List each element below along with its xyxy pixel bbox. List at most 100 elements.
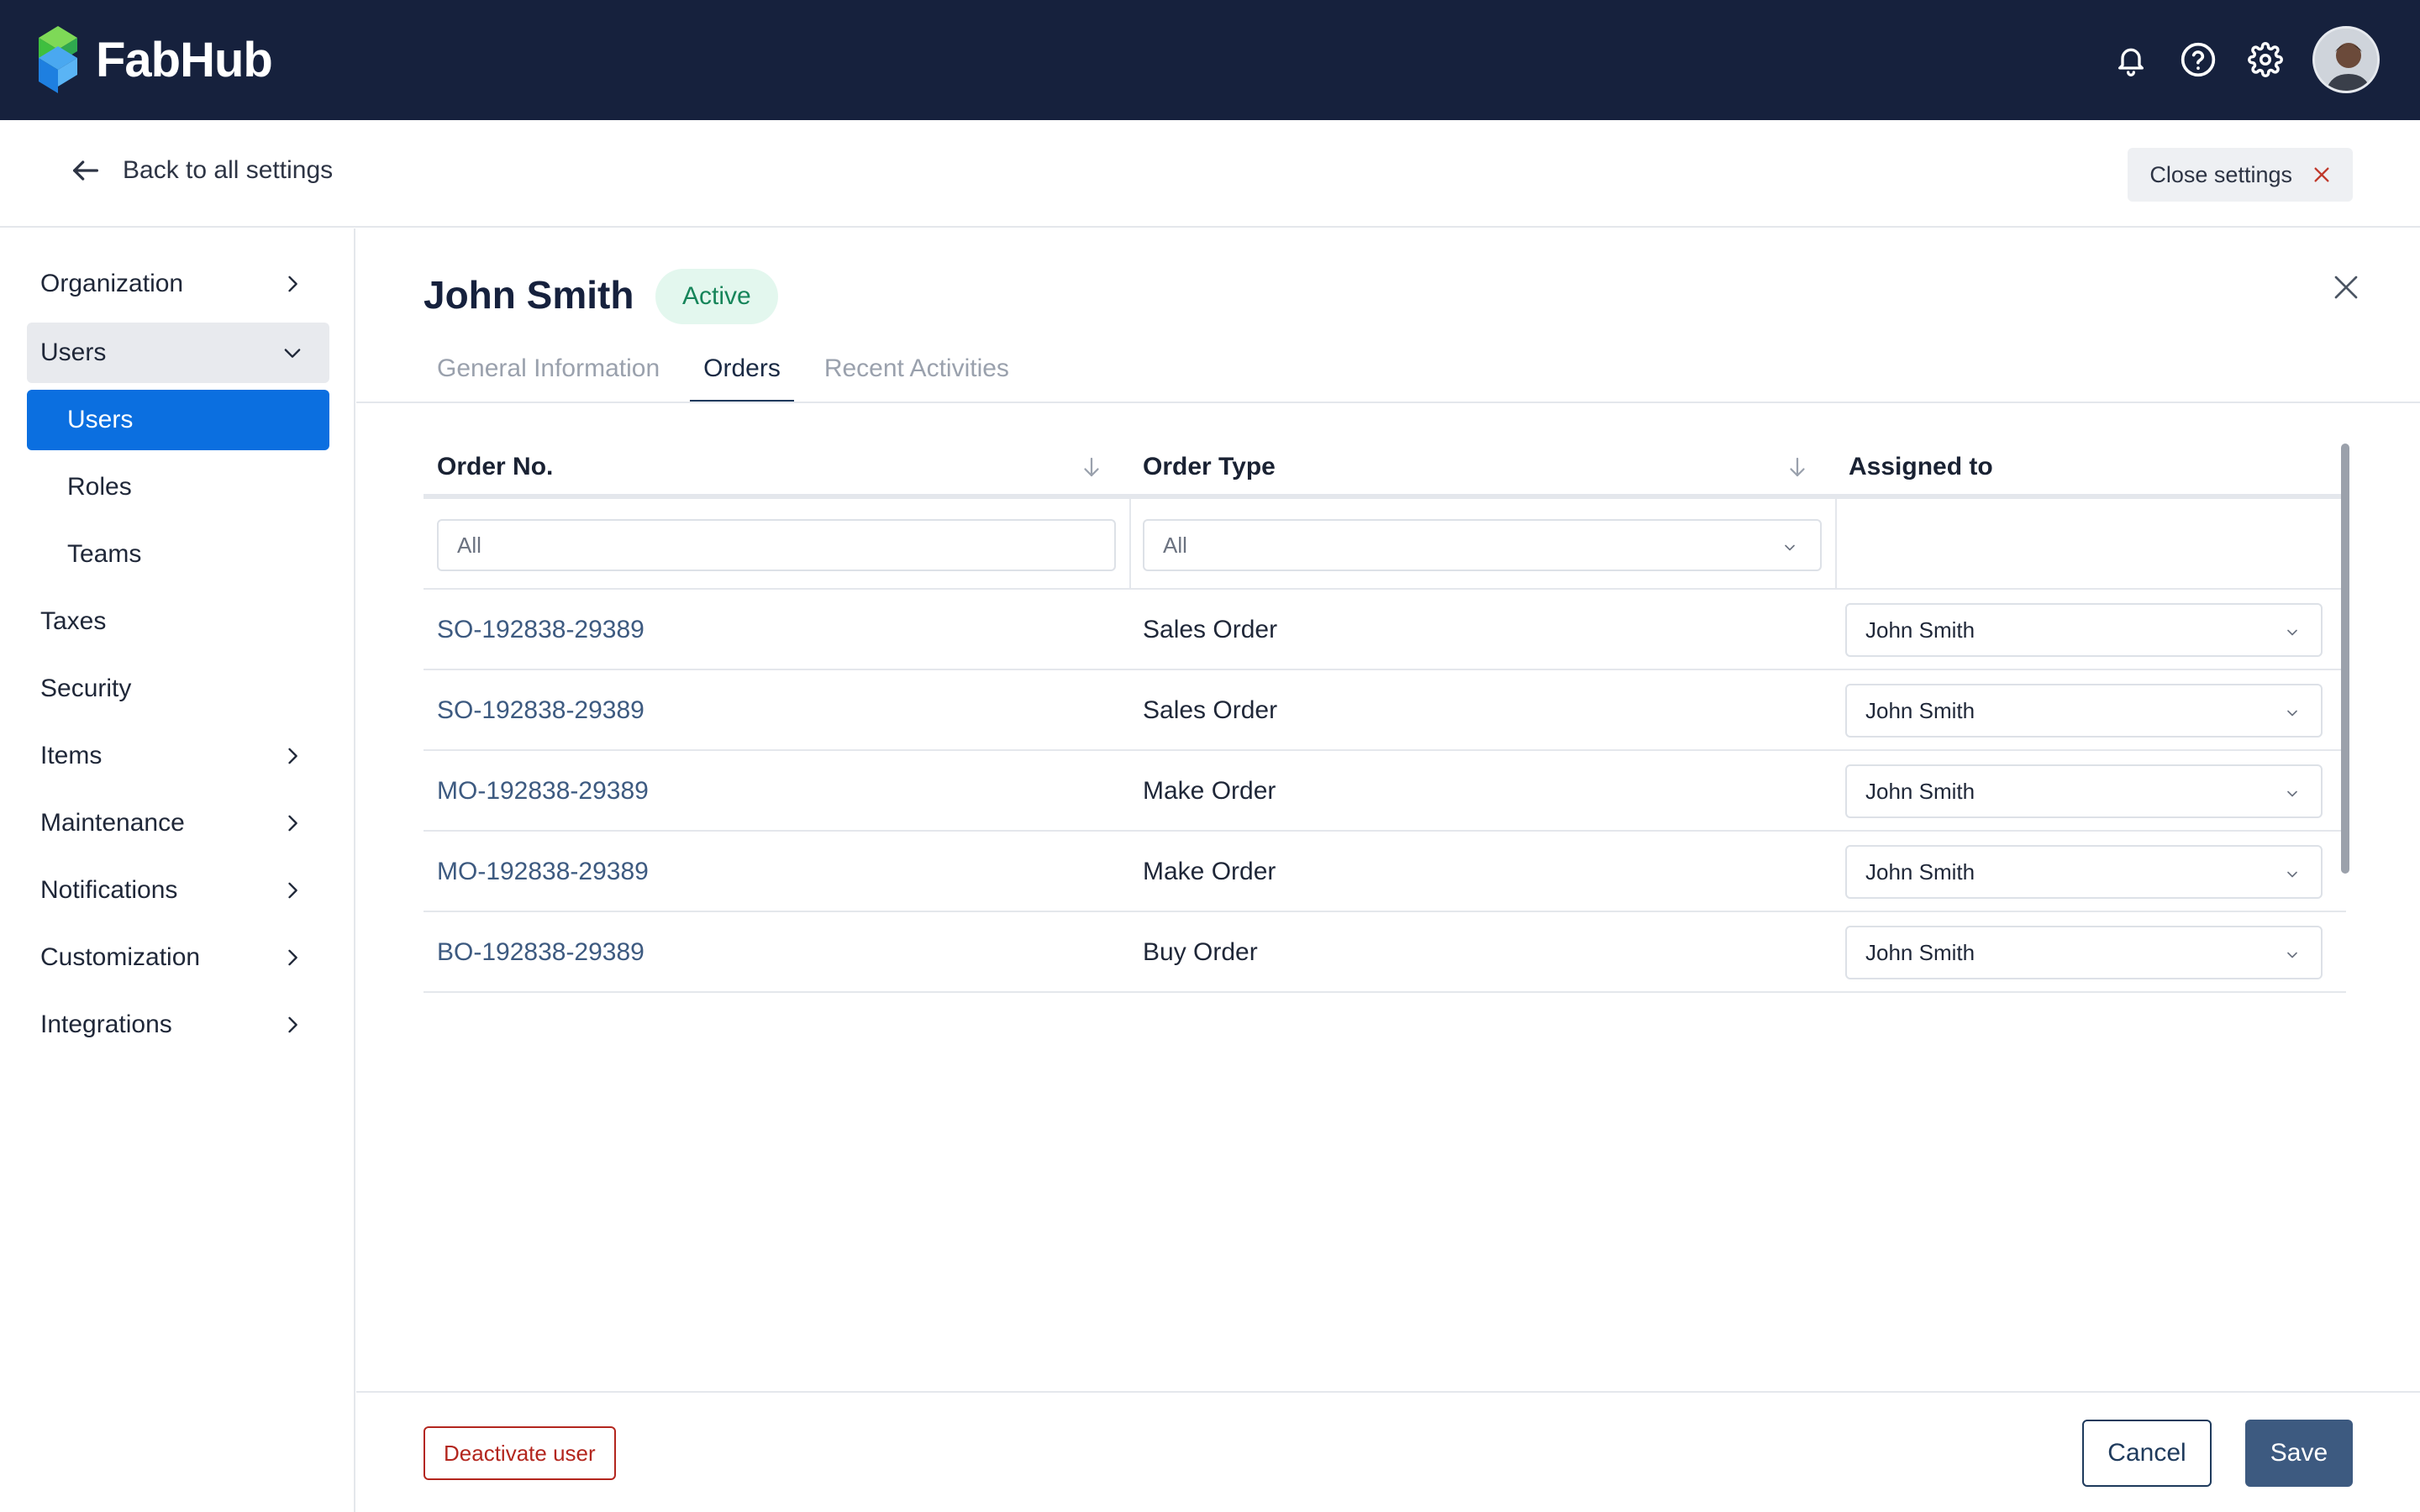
assigned-to-select[interactable]: John Smith [1845, 684, 2323, 738]
chevron-right-icon [288, 748, 297, 764]
chevron-right-icon [288, 815, 297, 832]
assigned-to-select[interactable]: John Smith [1845, 603, 2323, 657]
table-header-row: Order No. Order Type Assigned to [424, 440, 2346, 499]
panel-footer: Deactivate user Cancel Save [356, 1391, 2420, 1512]
column-divider [1835, 499, 1837, 590]
chevron-down-icon [2287, 710, 2297, 717]
order-number-link[interactable]: SO-192838-29389 [424, 590, 644, 670]
sidebar-item-organization[interactable]: Organization [27, 254, 329, 314]
order-number-link[interactable]: MO-192838-29389 [424, 832, 649, 912]
sidebar-item-users-group[interactable]: Users [27, 323, 329, 383]
table-row: SO-192838-29389 Sales Order John Smith [424, 670, 2346, 751]
fabhub-logo-icon [39, 26, 77, 93]
settings-header: Back to all settings Close settings [0, 120, 2420, 228]
column-divider [1129, 499, 1131, 590]
table-scrollbar[interactable] [2341, 444, 2349, 874]
sidebar-item-items[interactable]: Items [27, 726, 329, 786]
back-to-settings-link[interactable]: Back to all settings [69, 154, 333, 187]
gear-icon[interactable] [2232, 26, 2299, 93]
order-number-link[interactable]: BO-192838-29389 [424, 912, 644, 993]
chevron-down-icon [284, 349, 301, 358]
sidebar-item-label: Items [40, 742, 103, 769]
sidebar-item-label: Users [67, 406, 134, 433]
sidebar-item-customization[interactable]: Customization [27, 927, 329, 988]
assigned-to-select[interactable]: John Smith [1845, 845, 2323, 899]
page-title: John Smith [424, 273, 634, 317]
help-circle-icon[interactable] [2165, 26, 2232, 93]
order-type-filter-select[interactable]: All [1143, 519, 1822, 571]
chevron-down-icon [2287, 790, 2297, 797]
assigned-to-value: John Smith [1865, 858, 1975, 885]
orders-table: Order No. Order Type Assigned to All All… [424, 440, 2346, 993]
order-type-cell: Buy Order [1143, 938, 1258, 966]
tabs-divider [356, 402, 2420, 403]
column-header-order-type[interactable]: Order Type [1129, 440, 1835, 494]
assigned-to-select[interactable]: John Smith [1845, 926, 2323, 979]
chevron-right-icon [288, 949, 297, 966]
sidebar-item-maintenance[interactable]: Maintenance [27, 793, 329, 853]
sidebar-item-label: Notifications [40, 876, 178, 904]
chevron-right-icon [288, 1016, 297, 1033]
table-row: MO-192838-29389 Make Order John Smith [424, 832, 2346, 912]
save-button[interactable]: Save [2245, 1420, 2353, 1487]
chevron-down-icon [2287, 871, 2297, 878]
chevron-right-icon [288, 882, 297, 899]
order-number-link[interactable]: SO-192838-29389 [424, 670, 644, 751]
sidebar-item-integrations[interactable]: Integrations [27, 995, 329, 1055]
tab-recent-activities[interactable]: Recent Activities [811, 354, 1023, 403]
settings-sidebar: Organization Users Users Roles Teams Tax… [0, 228, 355, 1512]
order-type-cell: Make Order [1143, 777, 1276, 805]
sidebar-item-label: Maintenance [40, 809, 185, 837]
chevron-down-icon [1785, 544, 1795, 551]
column-header-assigned-to: Assigned to [1835, 440, 2323, 494]
bell-icon[interactable] [2097, 26, 2165, 93]
fabhub-logo[interactable]: FabHub [39, 25, 273, 94]
sidebar-item-label: Customization [40, 943, 201, 971]
deactivate-user-button[interactable]: Deactivate user [424, 1426, 616, 1480]
sidebar-item-label: Taxes [40, 607, 107, 635]
chevron-right-icon [288, 276, 297, 292]
back-link-label: Back to all settings [123, 156, 334, 184]
sidebar-item-notifications[interactable]: Notifications [27, 860, 329, 921]
sort-arrow-down-icon[interactable] [1785, 454, 1810, 480]
column-header-label: Order Type [1143, 453, 1276, 480]
user-avatar[interactable] [2312, 26, 2380, 93]
tab-general-information[interactable]: General Information [424, 354, 673, 403]
sort-arrow-down-icon[interactable] [1079, 454, 1104, 480]
assigned-to-value: John Smith [1865, 778, 1975, 804]
order-number-link[interactable]: MO-192838-29389 [424, 751, 649, 832]
app-name: FabHub [96, 32, 273, 87]
tab-orders[interactable]: Orders [690, 354, 794, 403]
order-type-cell: Make Order [1143, 858, 1276, 885]
sidebar-item-label: Roles [67, 473, 132, 501]
sidebar-item-label: Integrations [40, 1011, 172, 1038]
sidebar-item-label: Teams [67, 540, 142, 568]
close-icon [2334, 276, 2358, 299]
tab-bar: General Information Orders Recent Activi… [424, 354, 1039, 403]
close-panel-button[interactable] [2331, 272, 2361, 307]
sidebar-item-users[interactable]: Users [27, 390, 329, 450]
order-no-filter-input[interactable]: All [437, 519, 1116, 571]
sidebar-item-roles[interactable]: Roles [27, 457, 329, 517]
sidebar-item-teams[interactable]: Teams [27, 524, 329, 585]
status-badge: Active [655, 269, 778, 324]
close-settings-label: Close settings [2149, 161, 2292, 187]
sidebar-item-taxes[interactable]: Taxes [27, 591, 329, 652]
column-header-label: Order No. [437, 453, 554, 480]
close-icon [2314, 167, 2329, 182]
table-filter-row: All All [424, 499, 2346, 590]
column-header-order-no[interactable]: Order No. [424, 440, 1129, 494]
cancel-button[interactable]: Cancel [2082, 1420, 2212, 1487]
table-row: BO-192838-29389 Buy Order John Smith [424, 912, 2346, 993]
table-row: MO-192838-29389 Make Order John Smith [424, 751, 2346, 832]
close-settings-button[interactable]: Close settings [2128, 148, 2353, 202]
assigned-to-value: John Smith [1865, 697, 1975, 723]
user-detail-panel: John Smith Active General Information Or… [356, 228, 2420, 1391]
filter-value: All [1163, 532, 1187, 558]
assigned-to-value: John Smith [1865, 939, 1975, 965]
sidebar-item-security[interactable]: Security [27, 659, 329, 719]
chevron-down-icon [2287, 952, 2297, 958]
chevron-down-icon [2287, 629, 2297, 636]
assigned-to-select[interactable]: John Smith [1845, 764, 2323, 818]
assigned-to-value: John Smith [1865, 617, 1975, 643]
